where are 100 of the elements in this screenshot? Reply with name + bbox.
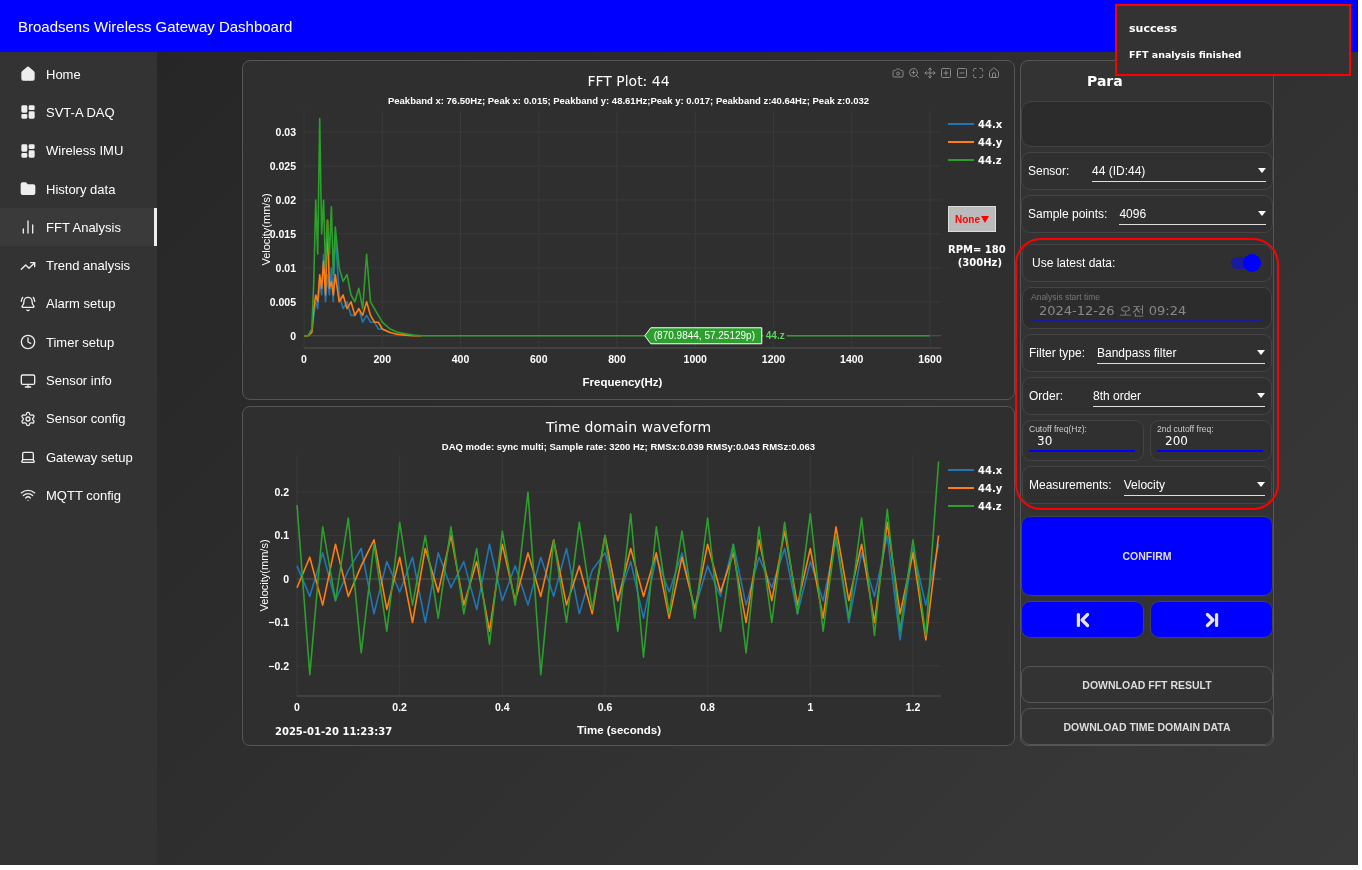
download-button[interactable]: DOWNLOAD TIME DOMAIN DATA (1021, 708, 1273, 745)
dropdown[interactable]: 44 (ID:44) (1092, 160, 1266, 182)
x-tick-label: 1600 (918, 353, 942, 365)
x-tick-label: 400 (451, 353, 470, 365)
caret-icon (1257, 482, 1265, 487)
sidebar-item[interactable]: Sensor info (0, 361, 157, 400)
y-tick-label: 0.015 (269, 227, 296, 240)
legend-label[interactable]: 44.z (978, 154, 1002, 166)
number-field[interactable]: 2nd cutoff freq: 200 (1150, 420, 1272, 461)
legend-label[interactable]: 44.x (978, 464, 1003, 476)
dropdown[interactable]: Bandpass filter (1097, 342, 1265, 364)
clock-icon (20, 334, 36, 351)
x-tick-label: 1 (807, 701, 814, 713)
sidebar-item[interactable]: Gateway setup (0, 437, 157, 477)
sidebar-label: Sensor info (46, 373, 112, 388)
x-tick-label: 1400 (840, 353, 864, 365)
field-value: 200 (1157, 434, 1263, 452)
sidebar-label: Trend analysis (46, 258, 131, 274)
legend-label[interactable]: 44.z (978, 500, 1002, 512)
sidebar-item[interactable]: Home (0, 55, 157, 94)
laptop-icon (20, 449, 36, 466)
toast-message: FFT analysis finished (1129, 49, 1243, 60)
sidebar-item[interactable]: Trend analysis (0, 246, 157, 285)
pan-icon[interactable] (924, 67, 936, 79)
field-label: 2nd cutoff freq: (1157, 424, 1215, 434)
zoom-icon[interactable] (908, 67, 920, 79)
caret-icon (1258, 211, 1266, 216)
folder-icon (20, 181, 36, 198)
x-tick-label: 1.2 (905, 701, 921, 713)
toggle-switch[interactable] (1231, 257, 1259, 269)
sidebar-label: Wireless IMU (46, 143, 124, 159)
y-tick-label: 0.005 (269, 295, 296, 308)
annotation: (870.9844, 57.25129p) (653, 330, 755, 342)
sidebar-label: Timer setup (46, 334, 115, 350)
legend-label[interactable]: 44.y (978, 482, 1003, 494)
home-icon[interactable] (988, 67, 1000, 79)
zoom-in-icon[interactable] (940, 67, 952, 79)
settings-icon (20, 410, 36, 427)
sidebar-label: Gateway setup (46, 449, 133, 465)
field-value: 30 (1029, 434, 1135, 452)
sidebar-item[interactable]: Alarm setup (0, 284, 157, 324)
sidebar-item[interactable]: SVT-A DAQ (0, 93, 157, 132)
sidebar-item[interactable]: History data (0, 169, 157, 209)
sidebar-label: Sensor config (46, 411, 126, 427)
dashboard-icon (20, 142, 36, 159)
timestamp: 2025-01-20 11:23:37 (275, 726, 393, 737)
x-tick-label: 0.2 (392, 701, 407, 713)
legend-label[interactable]: 44.y (978, 136, 1003, 148)
wifi-icon (20, 487, 36, 504)
panel-title: Para (1087, 73, 1123, 91)
legend-label[interactable]: 44.x (978, 118, 1003, 130)
chart-title: Time domain waveform (545, 419, 712, 435)
next-button[interactable] (1150, 601, 1273, 638)
previous-button[interactable] (1021, 601, 1144, 638)
zoom-out-icon[interactable] (956, 67, 968, 79)
field-label: Order: (1029, 389, 1064, 403)
sidebar-item[interactable]: Wireless IMU (0, 131, 157, 170)
sidebar-label: MQTT config (46, 487, 121, 503)
sidebar-item[interactable]: MQTT config (0, 476, 157, 515)
x-tick-label: 200 (373, 353, 391, 365)
dropdown[interactable]: Velocity (1123, 474, 1265, 496)
x-tick-label: 0.6 (597, 701, 613, 713)
dropdown[interactable]: 4096 (1119, 203, 1266, 225)
chart-subtitle: Peakband x: 76.50Hz; Peak x: 0.015; Peakband y: 48.61Hz;Peak y: 0.017; Peakband z:40.64Hz; Peak z:0.032 (387, 95, 870, 106)
sidebar-label: Alarm setup (46, 296, 116, 312)
download-button[interactable]: DOWNLOAD FFT RESULT (1021, 666, 1273, 703)
sidebar-item[interactable]: Timer setup (0, 323, 157, 362)
field-label: Sensor: (1028, 164, 1071, 178)
x-tick-label: 0.4 (495, 701, 510, 713)
toast-title: success (1129, 22, 1178, 35)
sidebar-label: FFT Analysis (46, 219, 121, 235)
x-tick-label: 1000 (683, 353, 707, 365)
dropdown[interactable]: 8th order (1093, 385, 1265, 407)
hover-tooltip: (870.9844, 57.25129p) (644, 327, 763, 345)
monitor-icon (20, 372, 36, 389)
x-tick-label: 0.8 (700, 701, 715, 713)
y-tick-label: −0.2 (268, 660, 289, 672)
field-value: 2024-12-26 오전 09:24 (1031, 302, 1261, 321)
sidebar-item[interactable]: FFT Analysis (0, 208, 157, 247)
y-tick-label: 0 (283, 573, 289, 585)
number-field[interactable]: Cutoff freq(Hz): 30 (1022, 420, 1144, 461)
camera-icon[interactable] (892, 67, 904, 79)
chart-subtitle: DAQ mode: sync multi; Sample rate: 3200 Hz; RMSx:0.039 RMSy:0.043 RMSz:0.063 (441, 441, 816, 452)
dashboard-icon (20, 104, 36, 121)
y-tick-label: 0.01 (275, 261, 296, 274)
y-tick-label: 0.1 (274, 529, 289, 542)
field-label: Filter type: (1029, 346, 1085, 360)
x-tick-label: 800 (608, 353, 626, 365)
sidebar-label: SVT-A DAQ (46, 104, 115, 120)
y-tick-label: 0.2 (274, 486, 289, 498)
y-tick-label: −0.1 (268, 616, 289, 629)
caret-icon (1258, 168, 1266, 173)
x-tick-label: 0 (294, 701, 300, 713)
confirm-button[interactable]: CONFIRM (1021, 516, 1273, 596)
field-label: Cutoff freq(Hz): (1029, 424, 1088, 434)
caret-icon (1257, 393, 1265, 398)
sidebar-item[interactable]: Sensor config (0, 399, 157, 438)
autoscale-icon[interactable] (972, 67, 984, 79)
field-label: Sample points: (1028, 207, 1108, 221)
caret-icon (981, 215, 989, 223)
